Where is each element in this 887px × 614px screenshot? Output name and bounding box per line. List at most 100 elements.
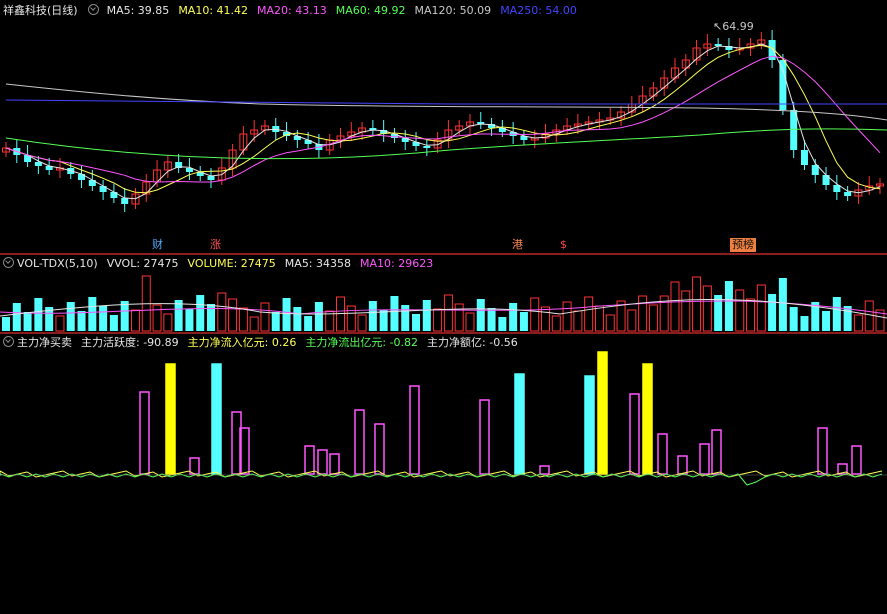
volume-bar	[368, 301, 377, 331]
volume-bar	[864, 300, 874, 332]
fund-label: 主力活跃度: -90.89	[81, 336, 179, 349]
fund-bar	[711, 429, 722, 475]
volume-bar	[638, 295, 648, 332]
fund-bar	[629, 393, 640, 475]
volume-bar	[735, 289, 745, 332]
settings-icon[interactable]	[3, 336, 14, 347]
ma60-line	[5, 128, 887, 160]
candle-body	[207, 176, 215, 180]
volume-bar	[454, 303, 464, 332]
volume-bar	[702, 285, 712, 332]
volume-bar	[605, 314, 615, 332]
candle-body	[121, 198, 129, 204]
ma-label: MA250: 54.00	[500, 4, 577, 17]
volume-bar	[573, 310, 583, 332]
stock-title: 祥鑫科技(日线)	[3, 4, 78, 17]
volume-bar	[238, 307, 248, 332]
volume-bar	[346, 305, 356, 332]
volume-bar	[768, 294, 777, 331]
ma250-line	[5, 99, 887, 105]
volume-bar	[304, 316, 313, 331]
volume-bar	[465, 312, 475, 332]
volume-bar	[853, 314, 863, 332]
fund-bar	[851, 445, 862, 475]
volume-bar	[487, 308, 496, 331]
fund-flow-chart[interactable]	[0, 351, 887, 486]
volume-bar	[509, 303, 518, 331]
fund-bar	[657, 433, 668, 475]
fund-bar	[514, 373, 525, 475]
candle-body	[800, 150, 808, 165]
volume-bar	[498, 317, 507, 331]
volume-bar	[163, 313, 173, 332]
ma120-line	[5, 83, 887, 121]
volume-bar	[681, 290, 691, 332]
event-tag[interactable]: 预榜	[730, 238, 756, 252]
settings-icon[interactable]	[87, 4, 99, 15]
fund-indicator-name: 主力净买卖	[17, 336, 72, 349]
event-tag[interactable]: 财	[150, 238, 165, 252]
event-tag[interactable]: 涨	[208, 238, 223, 252]
event-tag[interactable]: 港	[510, 238, 525, 252]
volume-bar	[778, 278, 787, 331]
volume-bar	[260, 302, 270, 332]
ma-label: MA10: 41.42	[178, 4, 249, 17]
volume-bar	[23, 312, 32, 331]
fund-bar	[642, 363, 653, 475]
fund-bar	[139, 391, 150, 475]
fund-bar	[317, 449, 328, 475]
volume-bar	[476, 299, 485, 331]
volume-bar	[541, 306, 551, 332]
ma-label: MA60: 49.92	[335, 4, 406, 17]
volume-bar	[843, 306, 852, 331]
ma5-line	[5, 43, 881, 200]
fund-bar	[817, 427, 828, 475]
volume-bar	[34, 298, 43, 331]
volume-bar	[196, 295, 205, 331]
ma-label: MA5: 39.85	[106, 4, 170, 17]
chart-canvas[interactable]	[0, 0, 887, 614]
volume-bar	[627, 309, 637, 332]
volume-bar	[401, 305, 410, 331]
ma20-line	[5, 55, 881, 183]
volume-bar	[670, 281, 680, 332]
fund-bar	[189, 457, 200, 475]
price-header: 祥鑫科技(日线) MA5: 39.85 MA10: 41.42 MA20: 43.13…	[0, 2, 585, 20]
ma-label: MA120: 50.09	[414, 4, 492, 17]
volume-bar	[648, 304, 658, 332]
volume-bar	[120, 301, 129, 331]
vol-label: VVOL: 27475	[106, 257, 179, 270]
volume-bar	[109, 315, 118, 331]
volume-bar	[271, 312, 280, 331]
fund-bar	[677, 455, 688, 475]
fund-bar	[211, 363, 222, 475]
fund-bar	[479, 399, 490, 475]
volume-bar	[519, 312, 528, 331]
volume-bar	[433, 308, 443, 332]
volume-bar	[77, 311, 86, 331]
volume-bar	[692, 276, 702, 332]
vol-label: MA10: 29623	[360, 257, 434, 270]
volume-bar	[422, 300, 431, 331]
volume-bar	[55, 315, 65, 332]
volume-indicator-name: VOL-TDX(5,10)	[17, 257, 98, 270]
volume-bar	[822, 311, 831, 331]
volume-bar	[746, 298, 756, 332]
vol-ma5-line	[0, 298, 887, 319]
volume-chart[interactable]	[0, 275, 887, 332]
volume-bar	[66, 302, 75, 331]
volume-bar	[756, 284, 766, 332]
fund-bar	[329, 453, 340, 475]
event-tag[interactable]: $	[558, 238, 569, 252]
volume-bar	[724, 281, 733, 331]
volume-bar	[249, 316, 259, 332]
fund-header: 主力净买卖 主力活跃度: -90.89 主力净流入亿元: 0.26 主力净流出亿元: …	[0, 334, 526, 352]
candle-body	[779, 60, 787, 110]
settings-icon[interactable]	[3, 257, 14, 268]
fund-bar	[597, 351, 608, 475]
price-chart[interactable]	[2, 30, 887, 212]
volume-bar	[584, 296, 594, 332]
volume-bar	[88, 297, 97, 331]
volume-bar	[130, 309, 140, 332]
fund-bar	[539, 465, 550, 475]
